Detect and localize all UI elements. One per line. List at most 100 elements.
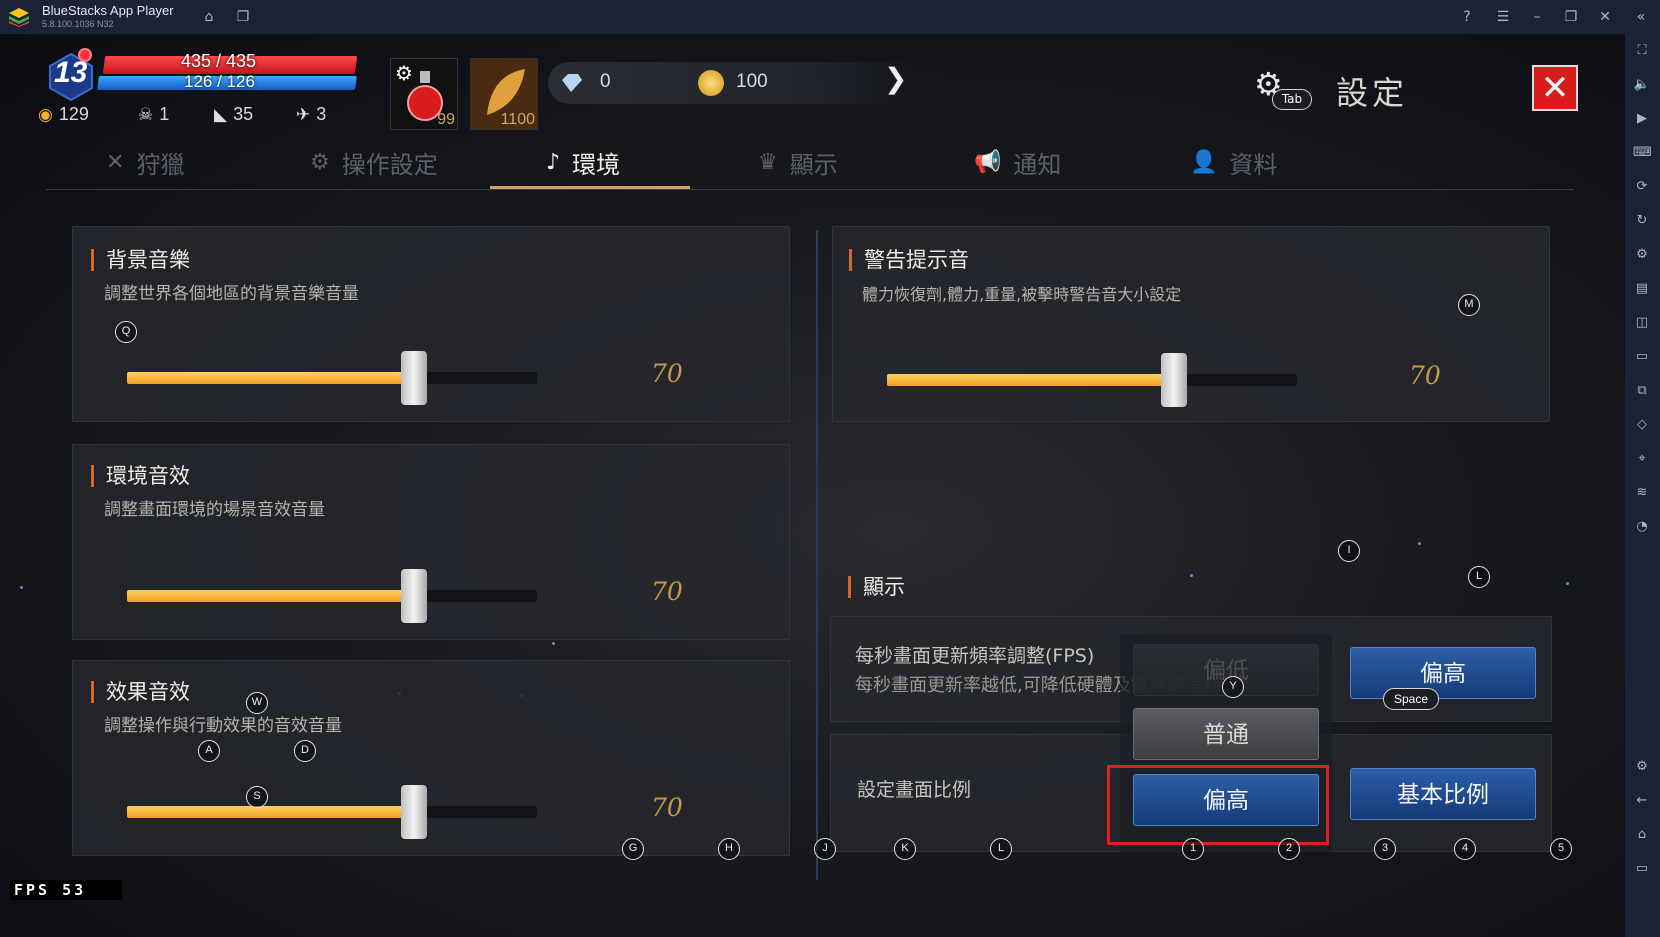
ratio-option-normal[interactable]: 普通 bbox=[1133, 708, 1319, 760]
star-particle bbox=[20, 586, 23, 589]
notification-dot bbox=[78, 48, 92, 62]
space-key-hint: Space bbox=[1383, 688, 1439, 710]
layers-icon[interactable]: ≋ bbox=[1633, 484, 1651, 502]
potion-slot[interactable]: ⚙ 99 bbox=[390, 58, 458, 130]
tab-label: 環境 bbox=[572, 150, 621, 179]
location-icon[interactable]: ⌖ bbox=[1633, 450, 1651, 468]
warning-sound-panel: 警告提示音 體力恢復劑,體力,重量,被擊時警告音大小設定 70 bbox=[832, 226, 1550, 422]
potion-count: 99 bbox=[437, 111, 455, 128]
bluestacks-logo-icon bbox=[9, 8, 29, 27]
bgm-slider[interactable] bbox=[127, 351, 537, 405]
stat-wing: ✈ 3 bbox=[296, 104, 326, 125]
env-sfx-slider[interactable] bbox=[127, 569, 537, 623]
bgm-panel: 背景音樂 調整世界各個地區的背景音樂音量 70 bbox=[72, 226, 790, 422]
close-settings-button[interactable]: ✕ bbox=[1532, 65, 1578, 111]
fx-sfx-slider-thumb[interactable] bbox=[401, 785, 427, 839]
column-divider bbox=[816, 230, 818, 880]
gamepad-icon[interactable]: ⚙ bbox=[1633, 246, 1651, 264]
sync-icon[interactable]: ↻ bbox=[1633, 212, 1651, 230]
stat-value: 35 bbox=[233, 104, 254, 124]
fx-sfx-desc: 調整操作與行動效果的音效音量 bbox=[104, 716, 342, 736]
apk-icon[interactable]: ▤ bbox=[1633, 280, 1651, 298]
tab-label: 狩獵 bbox=[136, 150, 185, 179]
keyhint-3: 3 bbox=[1374, 838, 1396, 860]
star-particle bbox=[1418, 542, 1421, 545]
folder-icon[interactable]: ▭ bbox=[1633, 348, 1651, 366]
media-icon[interactable]: ▶ bbox=[1633, 110, 1651, 128]
bluestacks-titlebar: BlueStacks App Player 5.8.100.1036 N32 ⌂… bbox=[0, 0, 1660, 34]
leaf-count: 1100 bbox=[500, 111, 535, 128]
wing-icon: ✈ bbox=[296, 104, 311, 124]
fx-sfx-value: 70 bbox=[651, 793, 683, 822]
restore-icon[interactable]: ❐ bbox=[1562, 8, 1580, 26]
tab-data[interactable]: 👤 資料 bbox=[1190, 134, 1277, 190]
fps-counter: FPS 53 bbox=[10, 880, 122, 900]
tab-label: 顯示 bbox=[789, 150, 838, 179]
tab-environment[interactable]: ♪ 環境 bbox=[546, 134, 620, 190]
keyhint-m: M bbox=[1458, 294, 1480, 316]
warning-slider[interactable] bbox=[887, 353, 1297, 407]
keyhint-1: 1 bbox=[1182, 838, 1204, 860]
bgm-value: 70 bbox=[651, 359, 683, 388]
menu-icon[interactable]: ☰ bbox=[1494, 8, 1512, 26]
keyhint-g: G bbox=[622, 838, 644, 860]
keyhint-k: K bbox=[894, 838, 916, 860]
profile-icon: 👤 bbox=[1190, 149, 1218, 175]
eco-mode-icon[interactable]: ◔ bbox=[1633, 518, 1651, 536]
android-home-icon[interactable]: ⌂ bbox=[1633, 826, 1651, 844]
tab-hunting[interactable]: ✕ 狩獵 bbox=[106, 134, 184, 190]
mp-text: 126 / 126 bbox=[184, 72, 255, 91]
boot-icon: ◣ bbox=[214, 104, 228, 124]
keyhint-w: W bbox=[246, 692, 268, 714]
env-sfx-slider-thumb[interactable] bbox=[401, 569, 427, 623]
warning-slider-thumb[interactable] bbox=[1161, 353, 1187, 407]
warning-slider-fill bbox=[887, 374, 1174, 386]
tab-controls[interactable]: ⚙ 操作設定 bbox=[310, 134, 438, 190]
bgm-title: 背景音樂 bbox=[91, 249, 190, 271]
fx-sfx-title: 效果音效 bbox=[91, 681, 190, 703]
tab-notifications[interactable]: 📢 通知 bbox=[974, 134, 1061, 190]
minimize-icon[interactable]: – bbox=[1528, 8, 1546, 26]
settings-icon[interactable]: ⚙ bbox=[1633, 758, 1651, 776]
env-sfx-desc: 調整畫面環境的場景音效音量 bbox=[104, 500, 325, 520]
recent-apps-icon[interactable]: ▭ bbox=[1633, 860, 1651, 878]
back-icon[interactable]: ← bbox=[1633, 792, 1651, 810]
currency-bar: 0 100 bbox=[548, 62, 920, 104]
skull-icon: ☠ bbox=[138, 104, 154, 124]
home-icon[interactable]: ⌂ bbox=[200, 8, 218, 26]
gold-count: 100 bbox=[736, 71, 768, 92]
keyboard-icon[interactable]: ⌨ bbox=[1633, 144, 1652, 162]
star-particle bbox=[1190, 574, 1193, 577]
help-icon[interactable]: ? bbox=[1458, 8, 1476, 26]
ratio-label: 設定畫面比例 bbox=[857, 779, 972, 801]
fullscreen-icon[interactable]: ⛶ bbox=[1633, 42, 1651, 60]
keyhint-l-bottom: L bbox=[990, 838, 1012, 860]
eraser-icon[interactable]: ◇ bbox=[1633, 416, 1651, 434]
keyhint-l: L bbox=[1468, 566, 1490, 588]
coin-swirl-icon: ◉ bbox=[38, 104, 53, 124]
close-icon[interactable]: ✕ bbox=[1596, 8, 1614, 26]
tab-display[interactable]: ♛ 顯示 bbox=[758, 134, 838, 190]
keyhint-2: 2 bbox=[1278, 838, 1300, 860]
bgm-slider-thumb[interactable] bbox=[401, 351, 427, 405]
leaf-item-slot[interactable]: 1100 bbox=[470, 58, 538, 130]
chevron-right-icon[interactable]: ❯ bbox=[884, 62, 907, 95]
volume-icon[interactable]: 🔈 bbox=[1633, 76, 1651, 94]
fps-high-button[interactable]: 偏高 bbox=[1350, 647, 1536, 699]
display-section-title: 顯示 bbox=[848, 576, 905, 598]
fx-sfx-panel: 效果音效 調整操作與行動效果的音效音量 70 bbox=[72, 660, 790, 856]
rotate-icon[interactable]: ⟳ bbox=[1633, 178, 1651, 196]
env-sfx-title: 環境音效 bbox=[91, 465, 190, 487]
collapse-icon[interactable]: « bbox=[1632, 8, 1650, 26]
multi-window-icon[interactable]: ❐ bbox=[234, 8, 252, 26]
ratio-basic-button[interactable]: 基本比例 bbox=[1350, 768, 1536, 820]
bluestacks-side-toolbar: ⛶ 🔈 ▶ ⌨ ⟳ ↻ ⚙ ▤ ◫ ▭ ⧉ ◇ ⌖ ≋ ◔ ⚙ ← ⌂ ▭ bbox=[1625, 34, 1660, 937]
keyhint-i: I bbox=[1338, 540, 1360, 562]
tab-label: 資料 bbox=[1229, 150, 1278, 179]
multi-instance-icon[interactable]: ⧉ bbox=[1633, 382, 1651, 400]
screenshot-icon[interactable]: ◫ bbox=[1633, 314, 1651, 332]
fx-sfx-slider[interactable] bbox=[127, 785, 537, 839]
settings-tabs: ✕ 狩獵 ⚙ 操作設定 ♪ 環境 ♛ 顯示 📢 通知 👤 資料 bbox=[46, 134, 1574, 190]
selection-highlight-box bbox=[1107, 765, 1329, 845]
stat-skull: ☠ 1 bbox=[138, 104, 169, 125]
